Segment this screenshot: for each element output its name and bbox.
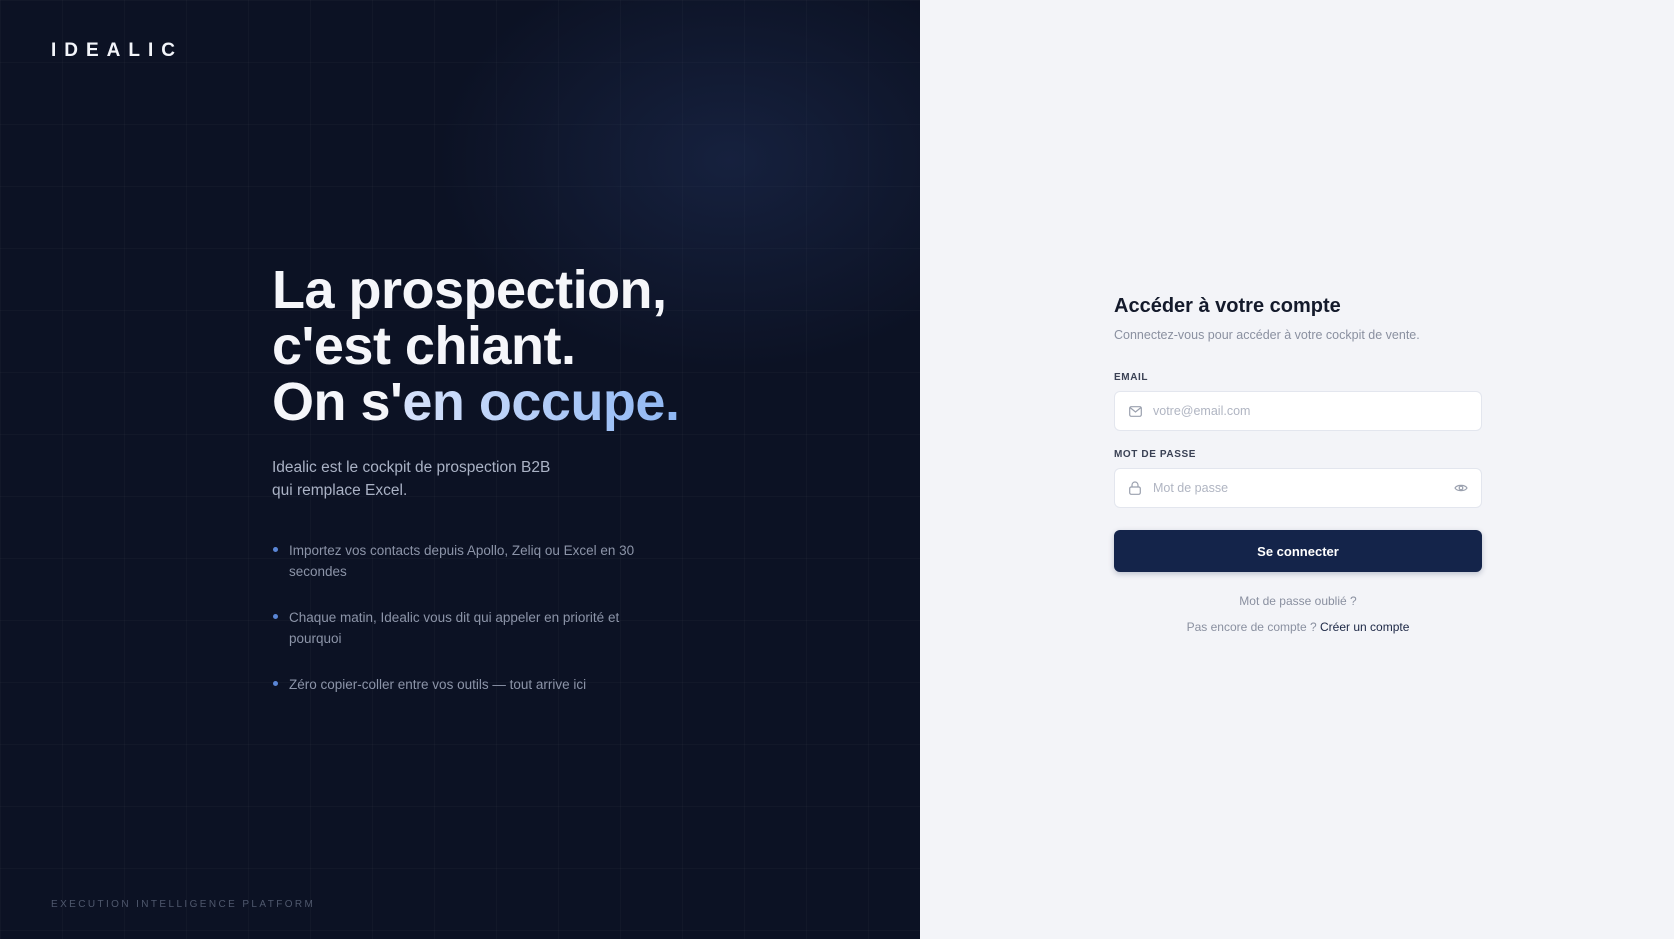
email-field-wrapper[interactable] — [1114, 391, 1482, 431]
headline-line-3: On s'en occupe. — [272, 372, 680, 432]
headline-line-2: c'est chiant. — [272, 316, 576, 376]
email-label: EMAIL — [1114, 372, 1149, 383]
bullet-dot-icon — [273, 547, 278, 552]
headline-accent: en occupe. — [402, 372, 680, 432]
headline-line-3-plain: On s' — [272, 372, 403, 432]
create-account-link[interactable]: Créer un compte — [1320, 620, 1409, 634]
hero-subtitle: Idealic est le cockpit de prospection B2… — [272, 456, 572, 502]
feature-item: Chaque matin, Idealic vous dit qui appel… — [272, 607, 642, 649]
platform-tagline: EXECUTION INTELLIGENCE PLATFORM — [51, 899, 316, 910]
brand-logo: IDEALIC — [51, 40, 183, 61]
eye-icon[interactable] — [1453, 480, 1469, 496]
bullet-dot-icon — [273, 614, 278, 619]
no-account-text: Pas encore de compte ? — [1186, 620, 1317, 634]
feature-list: Importez vos contacts depuis Apollo, Zel… — [272, 540, 642, 695]
bullet-dot-icon — [273, 681, 278, 686]
hero-panel: IDEALIC La prospection, c'est chiant. On… — [0, 0, 920, 939]
feature-item-text: Chaque matin, Idealic vous dit qui appel… — [289, 610, 620, 646]
signup-row: Pas encore de compte ? Créer un compte — [1114, 620, 1482, 634]
email-input[interactable] — [1153, 404, 1469, 418]
feature-item: Zéro copier-coller entre vos outils — to… — [272, 674, 642, 695]
password-input[interactable] — [1153, 481, 1453, 495]
login-form: Accéder à votre compte Connectez-vous po… — [1114, 295, 1482, 634]
mail-icon — [1127, 403, 1143, 419]
hero-subtitle-line-1: Idealic est le cockpit de prospection B2… — [272, 459, 551, 476]
password-label: MOT DE PASSE — [1114, 449, 1197, 460]
login-title: Accéder à votre compte — [1114, 295, 1341, 317]
headline-line-1: La prospection, — [272, 260, 667, 320]
feature-item-text: Importez vos contacts depuis Apollo, Zel… — [289, 543, 635, 579]
hero-content: La prospection, c'est chiant. On s'en oc… — [272, 262, 792, 720]
login-button[interactable]: Se connecter — [1114, 530, 1482, 572]
hero-subtitle-line-2: qui remplace Excel. — [272, 482, 408, 499]
forgot-password-link[interactable]: Mot de passe oublié ? — [1114, 594, 1482, 608]
login-panel: Accéder à votre compte Connectez-vous po… — [920, 0, 1674, 939]
hero-headline: La prospection, c'est chiant. On s'en oc… — [272, 262, 792, 430]
login-subtitle: Connectez-vous pour accéder à votre cock… — [1114, 328, 1420, 342]
password-field-wrapper[interactable] — [1114, 468, 1482, 508]
feature-item: Importez vos contacts depuis Apollo, Zel… — [272, 540, 642, 582]
lock-icon — [1127, 480, 1143, 496]
feature-item-text: Zéro copier-coller entre vos outils — to… — [289, 677, 587, 692]
